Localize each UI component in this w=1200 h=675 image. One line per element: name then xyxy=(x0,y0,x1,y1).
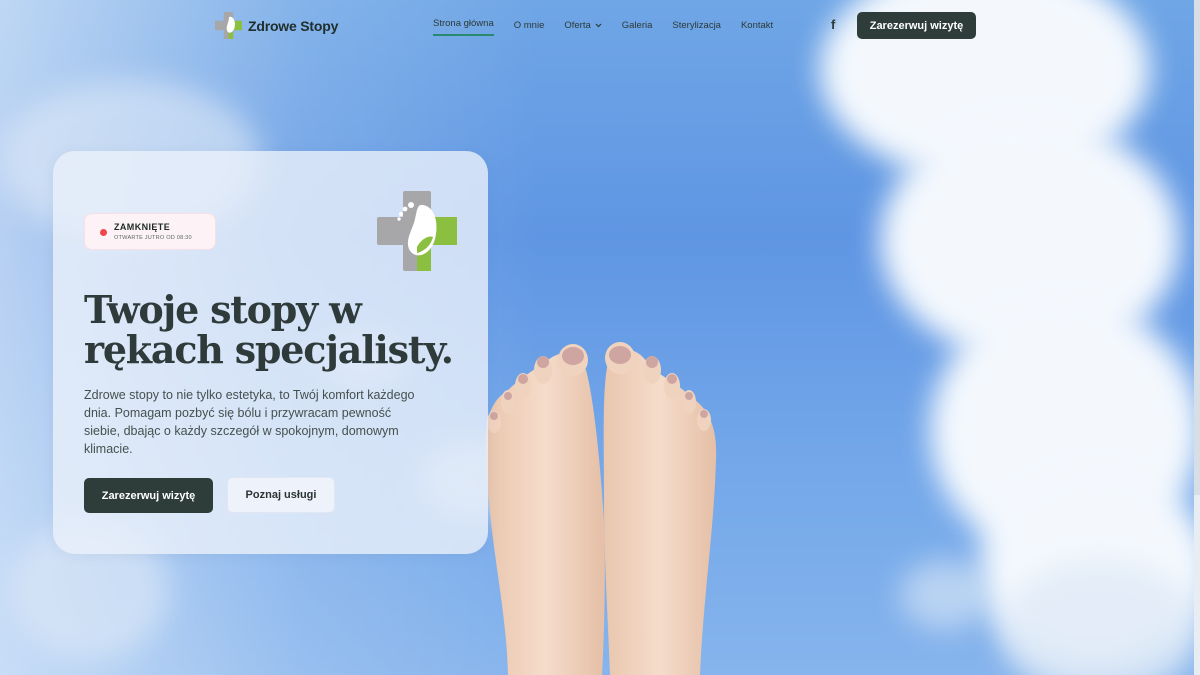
hero-description: Zdrowe stopy to nie tylko estetyka, to T… xyxy=(84,388,415,456)
brand-name: Zdrowe Stopy xyxy=(248,17,339,34)
brand-logo-link[interactable]: Zdrowe Stopy xyxy=(215,12,338,39)
nav-item-offer-label: Oferta xyxy=(564,19,591,31)
opening-status-badge: ZAMKNIĘTE OTWARTE JUTRO OD 08:30 xyxy=(84,213,216,250)
explore-services-button[interactable]: Poznaj usługi xyxy=(227,477,335,513)
nav-item-offer[interactable]: Oferta xyxy=(564,19,602,31)
page-scrollbar[interactable] xyxy=(1194,0,1200,675)
scrollbar-thumb[interactable] xyxy=(1194,0,1200,495)
nav-item-sterilization[interactable]: Sterylizacja xyxy=(672,20,721,31)
main-nav: Strona główna O mnie Oferta Galeria Ster… xyxy=(433,0,793,50)
book-visit-button[interactable]: Zarezerwuj wizytę xyxy=(84,478,213,513)
foot-cross-logo-icon xyxy=(377,191,457,271)
feet-image xyxy=(485,342,717,675)
brand-logo-icon xyxy=(215,12,242,39)
chevron-down-icon xyxy=(595,23,602,27)
facebook-icon[interactable]: f xyxy=(831,17,835,32)
status-subtitle: OTWARTE JUTRO OD 08:30 xyxy=(114,235,192,241)
hero-card: ZAMKNIĘTE OTWARTE JUTRO OD 08:30 Twoje s… xyxy=(53,151,488,554)
book-visit-button-top[interactable]: Zarezerwuj wizytę xyxy=(857,12,976,39)
nav-item-gallery[interactable]: Galeria xyxy=(622,20,653,31)
top-navbar: Zdrowe Stopy Strona główna O mnie Oferta… xyxy=(0,0,1200,50)
nav-item-about[interactable]: O mnie xyxy=(514,20,545,31)
status-title: ZAMKNIĘTE xyxy=(114,222,171,232)
nav-item-contact[interactable]: Kontakt xyxy=(741,20,773,31)
nav-item-home[interactable]: Strona główna xyxy=(433,18,494,36)
hero-headline: Twoje stopy w rękach specjalisty. xyxy=(84,287,454,372)
status-dot-icon xyxy=(100,229,107,236)
